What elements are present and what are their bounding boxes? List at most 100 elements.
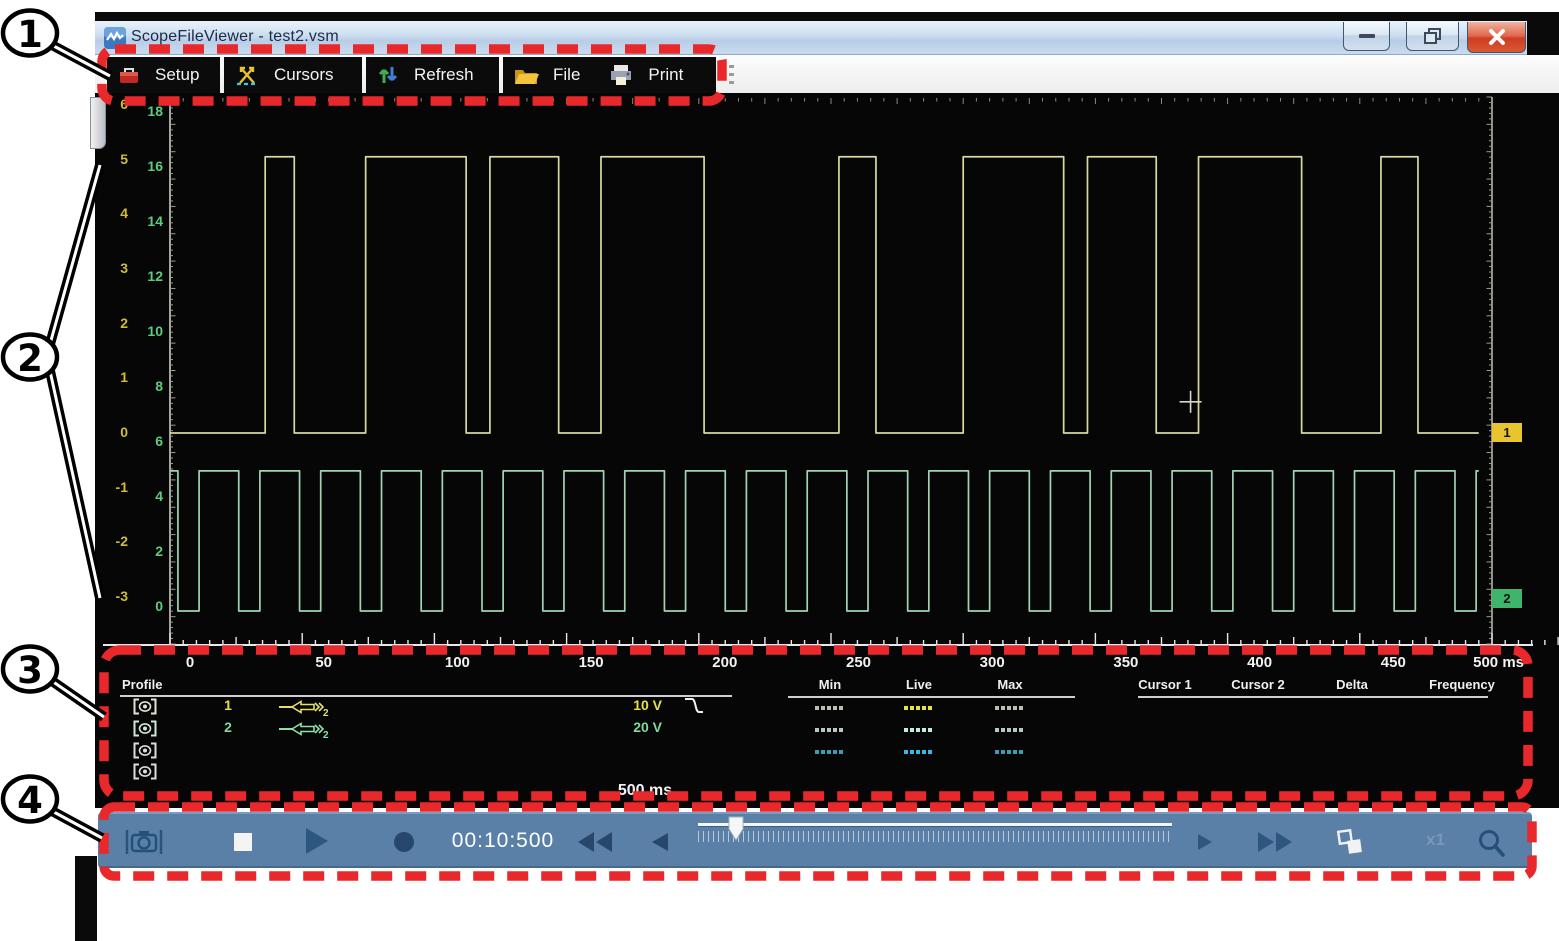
channel2-scale: 20 V: [590, 719, 662, 735]
restore-icon: [1424, 28, 1442, 44]
visibility-toggle-icon[interactable]: [133, 698, 157, 715]
scope-display: 6543210-1-2-3 181614121086420 1 2: [95, 93, 1559, 650]
channel1-marker[interactable]: 1: [1492, 423, 1522, 442]
x-axis-end-label: 500 ms: [1444, 654, 1524, 671]
close-icon: [1487, 28, 1507, 46]
svg-text:2: 2: [323, 708, 329, 717]
y-axis-tick-label: 1: [98, 369, 128, 385]
window-title: ScopeFileViewer - test2.vsm: [131, 28, 339, 46]
x-axis-tick-label: 300: [962, 654, 1022, 671]
y-axis-tick-label: 12: [133, 268, 163, 284]
channel2-number: 2: [215, 719, 241, 735]
step-back-button[interactable]: [650, 831, 670, 853]
toolbar: Setup Cursors Refresh File: [95, 55, 1559, 93]
position-slider-thumb[interactable]: [727, 815, 745, 843]
cursor2-header: Cursor 2: [1213, 677, 1303, 692]
max-header: Max: [965, 677, 1055, 692]
restore-button[interactable]: [1406, 22, 1459, 51]
max-value-placeholder: [995, 750, 1025, 754]
folder-icon: [513, 64, 539, 86]
profile-row-4: [95, 762, 1559, 782]
callout-2: [3, 335, 57, 380]
live-value-placeholder: [904, 706, 934, 710]
callout-4-number: 4: [17, 779, 43, 822]
visibility-toggle-icon[interactable]: [133, 742, 157, 759]
cursors-button[interactable]: Cursors: [224, 57, 362, 93]
callout-3: [3, 647, 57, 692]
x-axis-tick-label: 150: [561, 654, 621, 671]
play-button[interactable]: [304, 826, 330, 856]
y-axis-tick-label: 16: [133, 158, 163, 174]
callout-2-number: 2: [17, 337, 43, 380]
min-value-placeholder: [815, 728, 845, 732]
timebase-indicator: 500 ms: [595, 782, 695, 800]
trigger-slope-icon: [683, 697, 705, 715]
cursors-icon: [234, 63, 260, 87]
y-axis-tick-label: 2: [98, 315, 128, 331]
visibility-toggle-icon[interactable]: [133, 763, 157, 780]
channel2-marker[interactable]: 2: [1492, 589, 1522, 608]
min-header: Min: [785, 677, 875, 692]
cursor1-header: Cursor 1: [1120, 677, 1210, 692]
fast-forward-button[interactable]: [1256, 830, 1294, 854]
max-value-placeholder: [995, 728, 1025, 732]
y-axis-tick-label: 3: [98, 260, 128, 276]
zoom-factor-label: x1: [1426, 830, 1445, 850]
visibility-toggle-icon[interactable]: [133, 720, 157, 737]
step-forward-button[interactable]: [1196, 832, 1214, 852]
waveform-plot: [95, 93, 1559, 650]
rewind-button[interactable]: [576, 830, 614, 854]
channel1-number: 1: [215, 697, 241, 713]
file-button[interactable]: File: [513, 64, 586, 86]
position-slider-track[interactable]: [698, 823, 1172, 826]
y-axis-tick-label: 18: [133, 103, 163, 119]
refresh-icon: [376, 63, 400, 87]
minimize-icon: [1359, 34, 1375, 38]
cursors-label: Cursors: [274, 65, 340, 85]
x-axis-tick-label: 450: [1363, 654, 1423, 671]
x-axis-tick-label: 100: [427, 654, 487, 671]
callout-1: [3, 11, 57, 56]
snapshot-camera-icon[interactable]: [124, 826, 164, 858]
print-label: Print: [648, 65, 689, 85]
app-icon: [103, 26, 127, 50]
title-bar[interactable]: ScopeFileViewer - test2.vsm: [95, 21, 1559, 55]
print-button[interactable]: Print: [608, 63, 689, 87]
file-print-group: File Print: [503, 57, 716, 93]
y-axis-tick-label: 8: [133, 378, 163, 394]
setup-button[interactable]: Setup: [107, 57, 220, 93]
printer-icon: [608, 63, 634, 87]
page: ScopeFileViewer - test2.vsm Setup: [0, 0, 1559, 941]
min-value-placeholder: [815, 706, 845, 710]
x-axis-tick-label: 400: [1230, 654, 1290, 671]
zoom-button[interactable]: [1476, 828, 1506, 858]
channel1-scale: 10 V: [590, 697, 662, 713]
stop-button[interactable]: [234, 833, 252, 851]
frequency-header: Frequency: [1417, 677, 1507, 692]
record-button[interactable]: [392, 831, 416, 855]
y-axis-tick-label: 14: [133, 213, 163, 229]
refresh-button[interactable]: Refresh: [366, 57, 499, 93]
y-axis-tick-label: 6: [98, 96, 128, 112]
max-value-placeholder: [995, 706, 1025, 710]
callout-1-number: 1: [17, 13, 43, 56]
close-button[interactable]: [1467, 22, 1526, 53]
y-axis-tick-label: -1: [98, 479, 128, 495]
playback-time: 00:10:500: [428, 829, 578, 853]
toolbar-grip: [729, 65, 734, 85]
titlebar-black-corner: [1527, 12, 1559, 56]
expand-view-button[interactable]: [1336, 828, 1364, 856]
setup-label: Setup: [155, 65, 205, 85]
playback-bar: 00:10:500 x1: [98, 812, 1532, 868]
x-axis-tick-label: 200: [695, 654, 755, 671]
minimize-button[interactable]: [1343, 22, 1390, 51]
x-axis-tick-label: 250: [829, 654, 889, 671]
y-axis-tick-label: 0: [98, 424, 128, 440]
x-axis-tick-label: 350: [1096, 654, 1156, 671]
delta-header: Delta: [1307, 677, 1397, 692]
y-axis-tick-label: 4: [98, 205, 128, 221]
refresh-label: Refresh: [414, 65, 480, 85]
file-label: File: [553, 65, 586, 85]
y-axis-tick-label: -3: [98, 588, 128, 604]
live-value-placeholder: [904, 750, 934, 754]
